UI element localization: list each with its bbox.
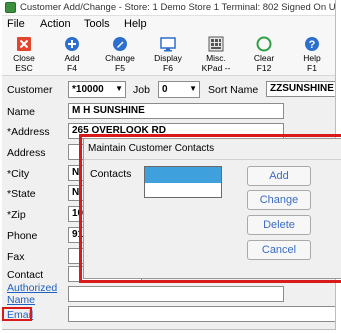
help-button[interactable]: ? Help F1 — [290, 35, 334, 75]
display-key: F6 — [163, 63, 173, 73]
display-button[interactable]: Display F6 — [146, 35, 190, 75]
customer-select[interactable]: *10000 ▼ — [68, 81, 126, 98]
contacts-label: Contacts — [90, 168, 132, 180]
email-highlight-box — [2, 307, 32, 321]
toolbar: Close ESC Add F4 Change F5 Display F6 Mi… — [2, 34, 335, 76]
add-plus-icon — [65, 37, 79, 51]
city-label: *City — [7, 168, 30, 180]
job-label: Job — [133, 84, 150, 96]
app-icon — [5, 2, 16, 13]
clear-key: F12 — [256, 63, 272, 73]
dialog-title: Maintain Customer Contacts — [88, 143, 215, 154]
close-key: ESC — [15, 63, 33, 73]
add-button[interactable]: Add F4 — [50, 35, 94, 75]
display-label: Display — [154, 53, 182, 63]
menu-tools[interactable]: Tools — [84, 18, 110, 30]
menu-action[interactable]: Action — [40, 18, 71, 30]
fax-label: Fax — [7, 251, 25, 263]
misc-label: Misc. — [206, 53, 226, 63]
change-label: Change — [105, 53, 135, 63]
authorized-name-link-line2[interactable]: Name — [7, 294, 35, 306]
misc-keypad-button[interactable]: Misc. KPad -- — [194, 35, 238, 75]
name-field[interactable]: M H SUNSHINE — [68, 103, 284, 119]
menu-file[interactable]: File — [7, 18, 25, 30]
misc-keypad-icon — [208, 36, 224, 52]
customer-label: Customer — [7, 84, 53, 96]
contacts-selected-row[interactable] — [145, 167, 221, 183]
authorized-name-field[interactable] — [68, 286, 284, 302]
chevron-down-icon: ▼ — [189, 84, 197, 93]
email-field[interactable] — [68, 306, 335, 322]
close-button[interactable]: Close ESC — [2, 35, 46, 75]
title-bar: Customer Add/Change - Store: 1 Demo Stor… — [2, 0, 335, 16]
help-label: Help — [303, 53, 321, 63]
chevron-down-icon: ▼ — [115, 84, 123, 93]
add-label: Add — [64, 53, 80, 63]
window-title: Customer Add/Change - Store: 1 Demo Stor… — [20, 2, 336, 13]
display-monitor-icon — [160, 37, 176, 52]
svg-text:?: ? — [309, 39, 316, 51]
dialog-body: Contacts Add Change Delete Cancel — [84, 159, 341, 278]
job-value: 0 — [162, 84, 168, 95]
help-question-icon: ? — [305, 37, 319, 51]
zip-label: *Zip — [7, 209, 26, 221]
authorized-name-link-line1[interactable]: Authorized — [7, 282, 57, 294]
address2-label: Address — [7, 147, 46, 159]
phone-label: Phone — [7, 230, 38, 242]
contacts-list[interactable] — [144, 166, 222, 198]
dialog-add-button[interactable]: Add — [247, 166, 311, 186]
sort-name-label: Sort Name — [208, 84, 259, 96]
address-label: *Address — [7, 126, 50, 138]
clear-circle-icon — [256, 36, 272, 52]
state-label: *State — [7, 188, 36, 200]
close-x-icon — [17, 37, 31, 51]
maintain-contacts-dialog: Maintain Customer Contacts Contacts Add … — [83, 138, 341, 279]
name-label: Name — [7, 106, 36, 118]
change-button[interactable]: Change F5 — [98, 35, 142, 75]
sort-name-field[interactable]: ZZSUNSHINE — [266, 81, 335, 97]
add-key: F4 — [67, 63, 77, 73]
menu-help[interactable]: Help — [124, 18, 147, 30]
customer-value: *10000 — [72, 84, 104, 95]
change-pencil-icon — [113, 37, 127, 51]
close-label: Close — [13, 53, 35, 63]
misc-key: KPad -- — [201, 63, 231, 73]
job-select[interactable]: 0 ▼ — [158, 81, 200, 98]
clear-label: Clear — [253, 53, 275, 63]
contact-label: Contact — [7, 269, 44, 281]
dialog-cancel-button[interactable]: Cancel — [247, 240, 311, 260]
dialog-delete-button[interactable]: Delete — [247, 215, 311, 235]
dialog-change-button[interactable]: Change — [247, 190, 311, 210]
menu-bar: File Action Tools Help — [2, 16, 335, 34]
help-key: F1 — [307, 63, 317, 73]
change-key: F5 — [115, 63, 125, 73]
clear-button[interactable]: Clear F12 — [242, 35, 286, 75]
